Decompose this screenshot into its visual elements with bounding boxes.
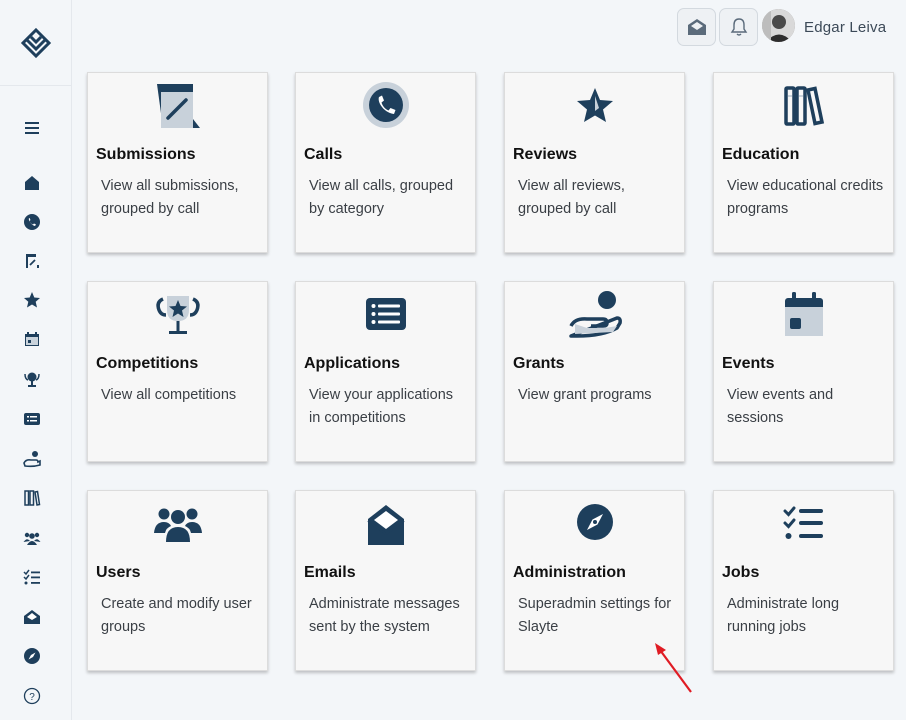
books-icon bbox=[714, 81, 893, 131]
notifications-button[interactable] bbox=[719, 8, 758, 46]
compass-icon bbox=[505, 499, 684, 549]
card-description: View all reviews, grouped by call bbox=[518, 178, 625, 217]
card-applications[interactable]: Applications View your applications in c… bbox=[295, 281, 476, 462]
list-icon bbox=[296, 290, 475, 340]
card-title: Education bbox=[722, 146, 800, 163]
card-competitions[interactable]: Competitions View all competitions bbox=[87, 281, 268, 462]
checklist-icon[interactable] bbox=[21, 566, 43, 588]
card-users[interactable]: Users Create and modify user groups bbox=[87, 490, 268, 671]
card-title: Jobs bbox=[722, 564, 760, 581]
card-title: Competitions bbox=[96, 355, 199, 372]
annotation-arrow-icon bbox=[655, 643, 692, 693]
card-title: Users bbox=[96, 564, 141, 581]
card-description: View educational credits programs bbox=[727, 178, 884, 217]
card-description: View all competitions bbox=[101, 387, 237, 403]
avatar[interactable] bbox=[762, 9, 795, 42]
hand-icon[interactable] bbox=[21, 448, 43, 470]
help-icon[interactable]: ? bbox=[21, 685, 43, 707]
card-emails[interactable]: Emails Administrate messages sent by the… bbox=[295, 490, 476, 671]
card-description: View your applications in competitions bbox=[309, 387, 454, 426]
app-logo[interactable] bbox=[0, 0, 72, 86]
logo-icon bbox=[21, 27, 51, 58]
card-title: Calls bbox=[304, 146, 343, 163]
star-icon[interactable] bbox=[21, 289, 43, 311]
card-title: Emails bbox=[304, 564, 356, 581]
card-events[interactable]: Events View events and sessions bbox=[713, 281, 894, 462]
card-description: View events and sessions bbox=[727, 387, 834, 426]
star-icon bbox=[505, 81, 684, 131]
card-education[interactable]: Education View educational credits progr… bbox=[713, 72, 894, 253]
menu-icon[interactable] bbox=[21, 117, 43, 139]
card-description: Administrate messages sent by the system bbox=[309, 596, 460, 635]
envelope-icon[interactable] bbox=[21, 606, 43, 628]
card-description: Administrate long running jobs bbox=[727, 596, 840, 635]
calendar-icon bbox=[714, 290, 893, 340]
books-icon[interactable] bbox=[21, 487, 43, 509]
submissions-icon bbox=[88, 81, 267, 131]
envelope-icon bbox=[296, 499, 475, 549]
card-description: Create and modify user groups bbox=[101, 596, 252, 635]
card-submissions[interactable]: Submissions View all submissions, groupe… bbox=[87, 72, 268, 253]
compass-icon[interactable] bbox=[21, 645, 43, 667]
card-calls[interactable]: Calls View all calls, grouped by categor… bbox=[295, 72, 476, 253]
card-description: View all submissions, grouped by call bbox=[101, 178, 239, 217]
phone-icon bbox=[296, 81, 475, 131]
avatar-image bbox=[762, 9, 795, 42]
card-title: Applications bbox=[304, 355, 401, 372]
user-name[interactable]: Edgar Leiva bbox=[804, 19, 886, 36]
card-title: Reviews bbox=[513, 146, 578, 163]
svg-text:?: ? bbox=[29, 692, 35, 703]
trophy-icon bbox=[88, 290, 267, 340]
card-description: Superadmin settings for Slayte bbox=[518, 596, 672, 635]
phone-icon[interactable] bbox=[21, 211, 43, 233]
sidebar: ? bbox=[0, 0, 72, 720]
card-jobs[interactable]: Jobs Administrate long running jobs bbox=[713, 490, 894, 671]
card-title: Submissions bbox=[96, 146, 196, 163]
hand-icon bbox=[505, 290, 684, 340]
card-grants[interactable]: Grants View grant programs bbox=[504, 281, 685, 462]
home-icon[interactable] bbox=[21, 172, 43, 194]
card-description: View grant programs bbox=[518, 387, 652, 403]
users-icon bbox=[88, 499, 267, 549]
messages-button[interactable] bbox=[677, 8, 716, 46]
bell-icon bbox=[730, 18, 747, 36]
card-title: Events bbox=[722, 355, 775, 372]
card-title: Administration bbox=[513, 564, 626, 581]
users-icon[interactable] bbox=[21, 527, 43, 549]
envelope-open-icon bbox=[687, 19, 706, 35]
calendar-icon[interactable] bbox=[21, 328, 43, 350]
trophy-icon[interactable] bbox=[21, 368, 43, 390]
submissions-icon[interactable] bbox=[21, 250, 43, 272]
card-reviews[interactable]: Reviews View all reviews, grouped by cal… bbox=[504, 72, 685, 253]
card-description: View all calls, grouped by category bbox=[309, 178, 454, 217]
card-title: Grants bbox=[513, 355, 565, 372]
list-icon[interactable] bbox=[21, 408, 43, 430]
checklist-icon bbox=[714, 499, 893, 549]
